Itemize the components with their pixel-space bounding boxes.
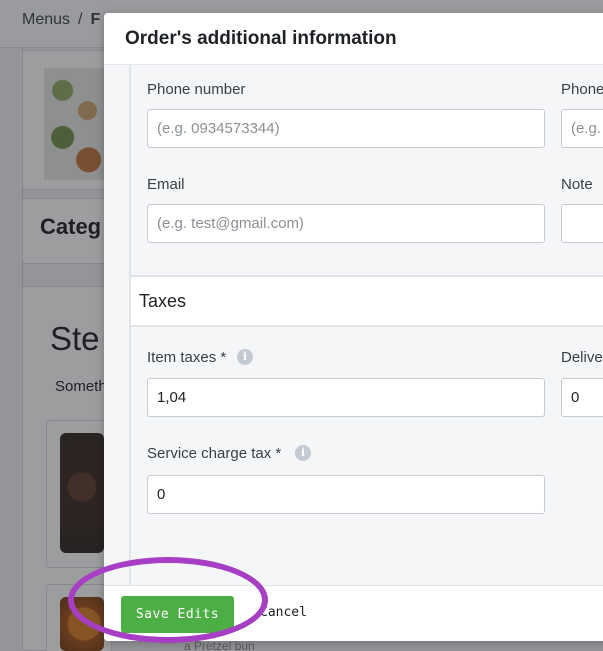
save-edits-button[interactable]: Save Edits bbox=[121, 596, 234, 633]
service-charge-tax-label: Service charge tax * bbox=[147, 445, 282, 462]
email-input[interactable] bbox=[147, 204, 545, 243]
modal-title: Order's additional information bbox=[125, 28, 397, 49]
email-label: Email bbox=[147, 176, 185, 193]
phone-number-label: Phone number bbox=[147, 81, 246, 98]
service-charge-info-icon[interactable]: i bbox=[295, 445, 311, 461]
modal-footer: Save Edits Cancel bbox=[104, 585, 603, 641]
phone-label-secondary: Phone bbox=[561, 81, 603, 98]
modal-header: Order's additional information bbox=[104, 13, 603, 65]
note-label: Note bbox=[561, 176, 593, 193]
taxes-section-header: Taxes bbox=[131, 275, 603, 327]
phone-number-input[interactable] bbox=[147, 109, 545, 148]
phone-input-secondary[interactable] bbox=[561, 109, 603, 148]
menu-item-description: a Pretzel bun bbox=[184, 639, 255, 651]
item-taxes-input[interactable] bbox=[147, 378, 545, 417]
item-taxes-label: Item taxes * bbox=[147, 349, 227, 366]
service-charge-tax-input[interactable] bbox=[147, 475, 545, 514]
delivery-tax-label: Delive bbox=[561, 349, 603, 366]
cancel-button[interactable]: Cancel bbox=[260, 605, 307, 620]
order-info-modal: Order's additional information Phone num… bbox=[104, 13, 603, 641]
taxes-title: Taxes bbox=[139, 291, 187, 311]
note-input[interactable] bbox=[561, 204, 603, 243]
delivery-tax-input[interactable] bbox=[561, 378, 603, 417]
item-taxes-info-icon[interactable]: i bbox=[237, 349, 253, 365]
